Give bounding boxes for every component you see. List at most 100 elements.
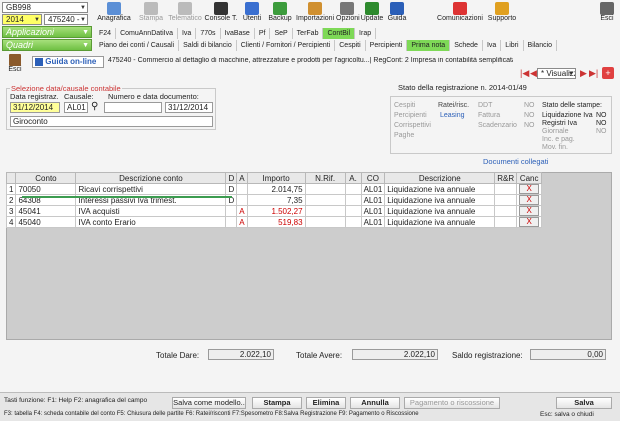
cell-empty[interactable]: [344, 216, 362, 228]
numero-documento-field[interactable]: [104, 102, 162, 113]
delete-row-button[interactable]: X: [519, 206, 540, 216]
causale-field[interactable]: AL01: [64, 102, 88, 113]
cell-empty[interactable]: [344, 194, 362, 206]
cell-co[interactable]: AL01: [360, 194, 386, 206]
visualizza-select[interactable]: * Visualizz ▼: [537, 68, 576, 79]
delete-row-button[interactable]: X: [519, 184, 540, 194]
data-registrazione-field[interactable]: 31/12/2014: [10, 102, 60, 113]
nav-last-button[interactable]: ▶|: [589, 68, 598, 79]
delete-row-button[interactable]: X: [519, 217, 540, 227]
nav-first-button[interactable]: |◀: [520, 68, 529, 79]
cell-desc[interactable]: IVA acquisti: [75, 205, 227, 217]
cell-descrizione[interactable]: Liquidazione iva annuale: [384, 205, 496, 217]
menu-item-libri[interactable]: Libri: [501, 40, 524, 51]
cell-conto[interactable]: 45040: [15, 216, 77, 228]
esci-top-button[interactable]: Esci: [596, 2, 618, 26]
cell-co[interactable]: AL01: [360, 216, 386, 228]
esci-button[interactable]: Esci: [4, 54, 26, 78]
supporto-button[interactable]: Supporto: [486, 2, 518, 26]
menu-item-f24[interactable]: F24: [95, 28, 117, 39]
salva-button[interactable]: Salva: [556, 397, 612, 409]
menu-item-iva[interactable]: Iva: [483, 40, 502, 51]
cell-descrizione[interactable]: Liquidazione iva annuale: [384, 183, 496, 195]
pagamento-riscossione-button[interactable]: Pagamento o riscossione: [404, 397, 500, 409]
opzioni-button[interactable]: Opzioni: [336, 2, 360, 26]
menu-item-bilancio[interactable]: Bilancio: [524, 40, 558, 51]
cell-empty[interactable]: [494, 194, 518, 206]
cell-empty[interactable]: [304, 194, 346, 206]
cell-empty[interactable]: [494, 183, 518, 195]
menu-item-piano-dei-conti-causali[interactable]: Piano dei conti / Causali: [95, 40, 180, 51]
cell-canc[interactable]: X: [516, 183, 543, 195]
cell-a[interactable]: [236, 183, 248, 195]
cell-d[interactable]: D: [225, 183, 238, 195]
cell-n[interactable]: 1: [5, 183, 17, 195]
telematico-button[interactable]: Telematico: [168, 2, 202, 26]
stampa-button[interactable]: Stampa: [252, 397, 302, 409]
cell-empty[interactable]: [304, 216, 346, 228]
guida-button[interactable]: Guida: [386, 2, 408, 26]
stampa-button[interactable]: Stampa: [136, 2, 166, 26]
salva-modello-button[interactable]: Salva come modello..: [172, 397, 246, 409]
guida-online-button[interactable]: Guida on-line: [32, 56, 104, 68]
cell-n[interactable]: 3: [5, 205, 17, 217]
new-record-button[interactable]: +: [602, 67, 614, 79]
menu-item-770s[interactable]: 770s: [196, 28, 221, 39]
documenti-collegati-link[interactable]: Documenti collegati: [483, 157, 548, 166]
cell-desc[interactable]: IVA conto Erario: [75, 216, 227, 228]
table-row[interactable]: 4 45040 IVA conto Erario A 519,83 AL01 Liquida…: [5, 216, 543, 228]
menu-item-contbil[interactable]: ContBil: [323, 28, 356, 39]
utenti-button[interactable]: Utenti: [240, 2, 264, 26]
cell-conto[interactable]: 70050: [15, 183, 77, 195]
cell-canc[interactable]: X: [516, 194, 543, 206]
cell-desc[interactable]: Ricavi corrispettivi: [75, 183, 227, 195]
cell-empty[interactable]: [304, 183, 346, 195]
menu-item-terfab[interactable]: TerFab: [293, 28, 324, 39]
cell-importo[interactable]: 2.014,75: [246, 183, 306, 195]
cell-d[interactable]: [225, 205, 238, 217]
cell-canc[interactable]: X: [516, 205, 543, 217]
menu-item-irap[interactable]: Irap: [355, 28, 377, 39]
annulla-button[interactable]: Annulla: [350, 397, 400, 409]
cell-conto[interactable]: 45041: [15, 205, 77, 217]
cell-empty[interactable]: [494, 216, 518, 228]
nav-next-button[interactable]: ▶: [580, 68, 587, 79]
cell-a[interactable]: [236, 194, 248, 206]
company-num-select[interactable]: 475240 - ▼: [44, 14, 88, 25]
applicazioni-menu[interactable]: Applicazioni ▼: [2, 26, 92, 38]
cell-importo[interactable]: 519,83: [246, 216, 306, 228]
nav-prev-button[interactable]: ◀: [530, 68, 537, 79]
menu-item-clienti-fornitori-percipienti[interactable]: Clienti / Fornitori / Percipienti: [237, 40, 336, 51]
anagrafica-button[interactable]: Anagrafica: [94, 2, 134, 26]
elimina-button[interactable]: Elimina: [306, 397, 346, 409]
cell-n[interactable]: 2: [5, 194, 17, 206]
menu-item-cespiti[interactable]: Cespiti: [335, 40, 366, 51]
cell-n[interactable]: 4: [5, 216, 17, 228]
cell-d[interactable]: [225, 216, 238, 228]
descrizione-field[interactable]: Giroconto: [10, 116, 213, 127]
backup-button[interactable]: Backup: [266, 2, 294, 26]
console-button[interactable]: Console T.: [204, 2, 238, 26]
menu-item-comuanndatiiva[interactable]: ComuAnnDatiIva: [116, 28, 178, 39]
cell-empty[interactable]: [344, 183, 362, 195]
menu-item-prima-nota[interactable]: Prima nota: [407, 40, 451, 51]
cell-a[interactable]: A: [236, 205, 248, 217]
menu-item-pf[interactable]: Pf: [255, 28, 271, 39]
menu-item-percipienti[interactable]: Percipienti: [366, 40, 408, 51]
cell-empty[interactable]: [344, 205, 362, 217]
cell-co[interactable]: AL01: [360, 183, 386, 195]
data-documento-field[interactable]: 31/12/2014: [165, 102, 213, 113]
cell-importo[interactable]: 1.502,27: [246, 205, 306, 217]
cell-empty[interactable]: [304, 205, 346, 217]
comunicazioni-button[interactable]: Comunicazioni: [436, 2, 484, 26]
cell-importo[interactable]: 7,35: [246, 194, 306, 206]
cell-empty[interactable]: [494, 205, 518, 217]
company-code-select[interactable]: GB998 ▼: [2, 2, 88, 13]
menu-item-saldi-di-bilancio[interactable]: Saldi di bilancio: [179, 40, 237, 51]
cell-a[interactable]: A: [236, 216, 248, 228]
table-row[interactable]: 1 70050 Ricavi corrispettivi D 2.014,75 AL01 L…: [5, 183, 543, 195]
year-select[interactable]: 2014 ▼: [2, 14, 42, 25]
cell-co[interactable]: AL01: [360, 205, 386, 217]
cell-descrizione[interactable]: Liquidazione iva annuale: [384, 194, 496, 206]
cell-canc[interactable]: X: [516, 216, 543, 228]
